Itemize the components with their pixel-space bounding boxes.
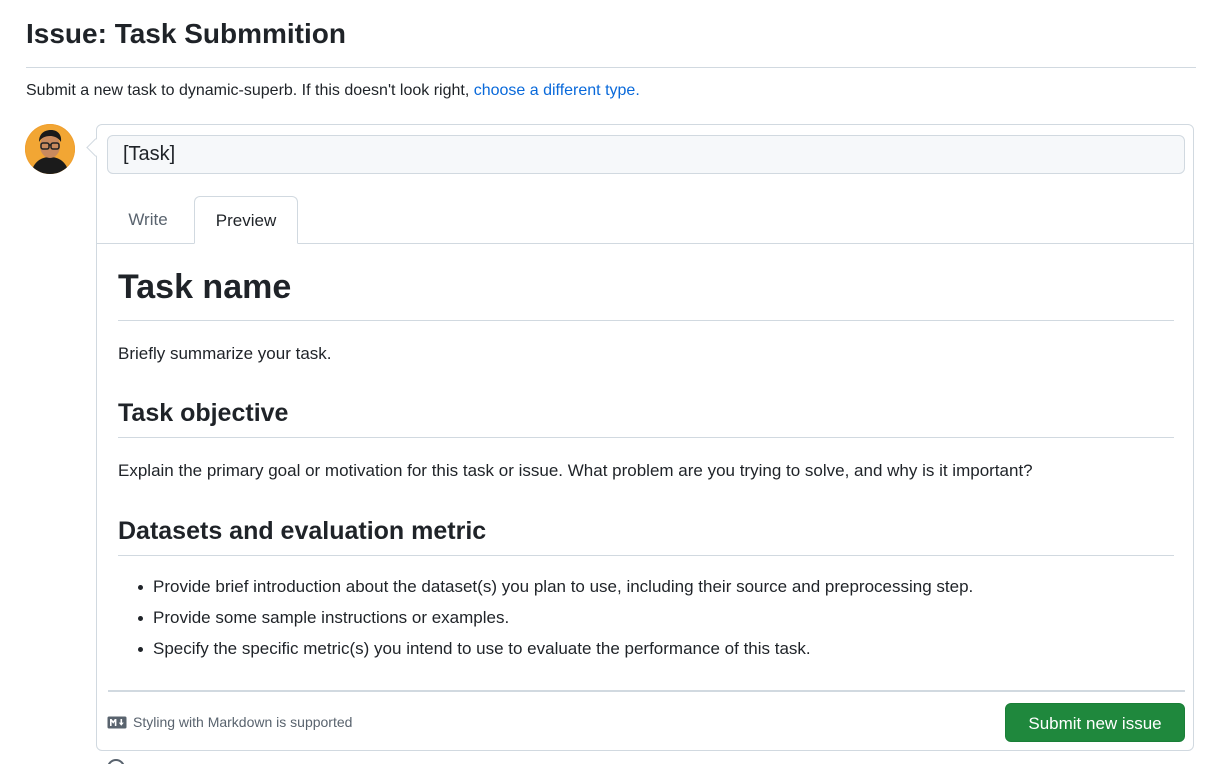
avatar-image [25,124,75,174]
list-item: Provide some sample instructions or exam… [118,608,973,639]
issue-title-input[interactable]: [Task] [107,135,1185,174]
preview-heading-datasets: Datasets and evaluation metric [118,517,487,545]
heading-divider [118,437,1174,438]
heading-divider [118,320,1174,321]
issue-form-page: Issue: Task Submmition Submit a new task… [0,0,1211,764]
markdown-note-label: Styling with Markdown is supported [133,714,353,730]
markdown-support-note[interactable]: Styling with Markdown is supported [107,713,352,731]
page-title: Issue: Task Submmition [26,18,346,49]
title-divider [26,67,1196,68]
tab-write[interactable]: Write [104,196,192,244]
subtitle-text: Submit a new task to dynamic-superb. If … [26,82,474,99]
submit-new-issue-button[interactable]: Submit new issue [1005,703,1185,742]
choose-different-type-link[interactable]: choose a different type. [474,82,640,99]
preview-summary-text: Briefly summarize your task. [118,344,332,363]
footer-divider [108,690,1185,692]
datasets-bullet-list: Provide brief introduction about the dat… [118,577,973,670]
preview-objective-text: Explain the primary goal or motivation f… [118,461,1033,480]
heading-divider [118,555,1174,556]
page-subtitle: Submit a new task to dynamic-superb. If … [26,81,640,101]
list-item: Specify the specific metric(s) you inten… [118,639,973,670]
avatar[interactable] [25,124,75,174]
markdown-icon [107,716,127,728]
preview-heading-task-name: Task name [118,268,292,306]
info-icon [107,759,125,764]
list-item: Provide brief introduction about the dat… [118,577,973,608]
preview-heading-task-objective: Task objective [118,399,289,427]
tab-preview[interactable]: Preview [194,196,298,244]
